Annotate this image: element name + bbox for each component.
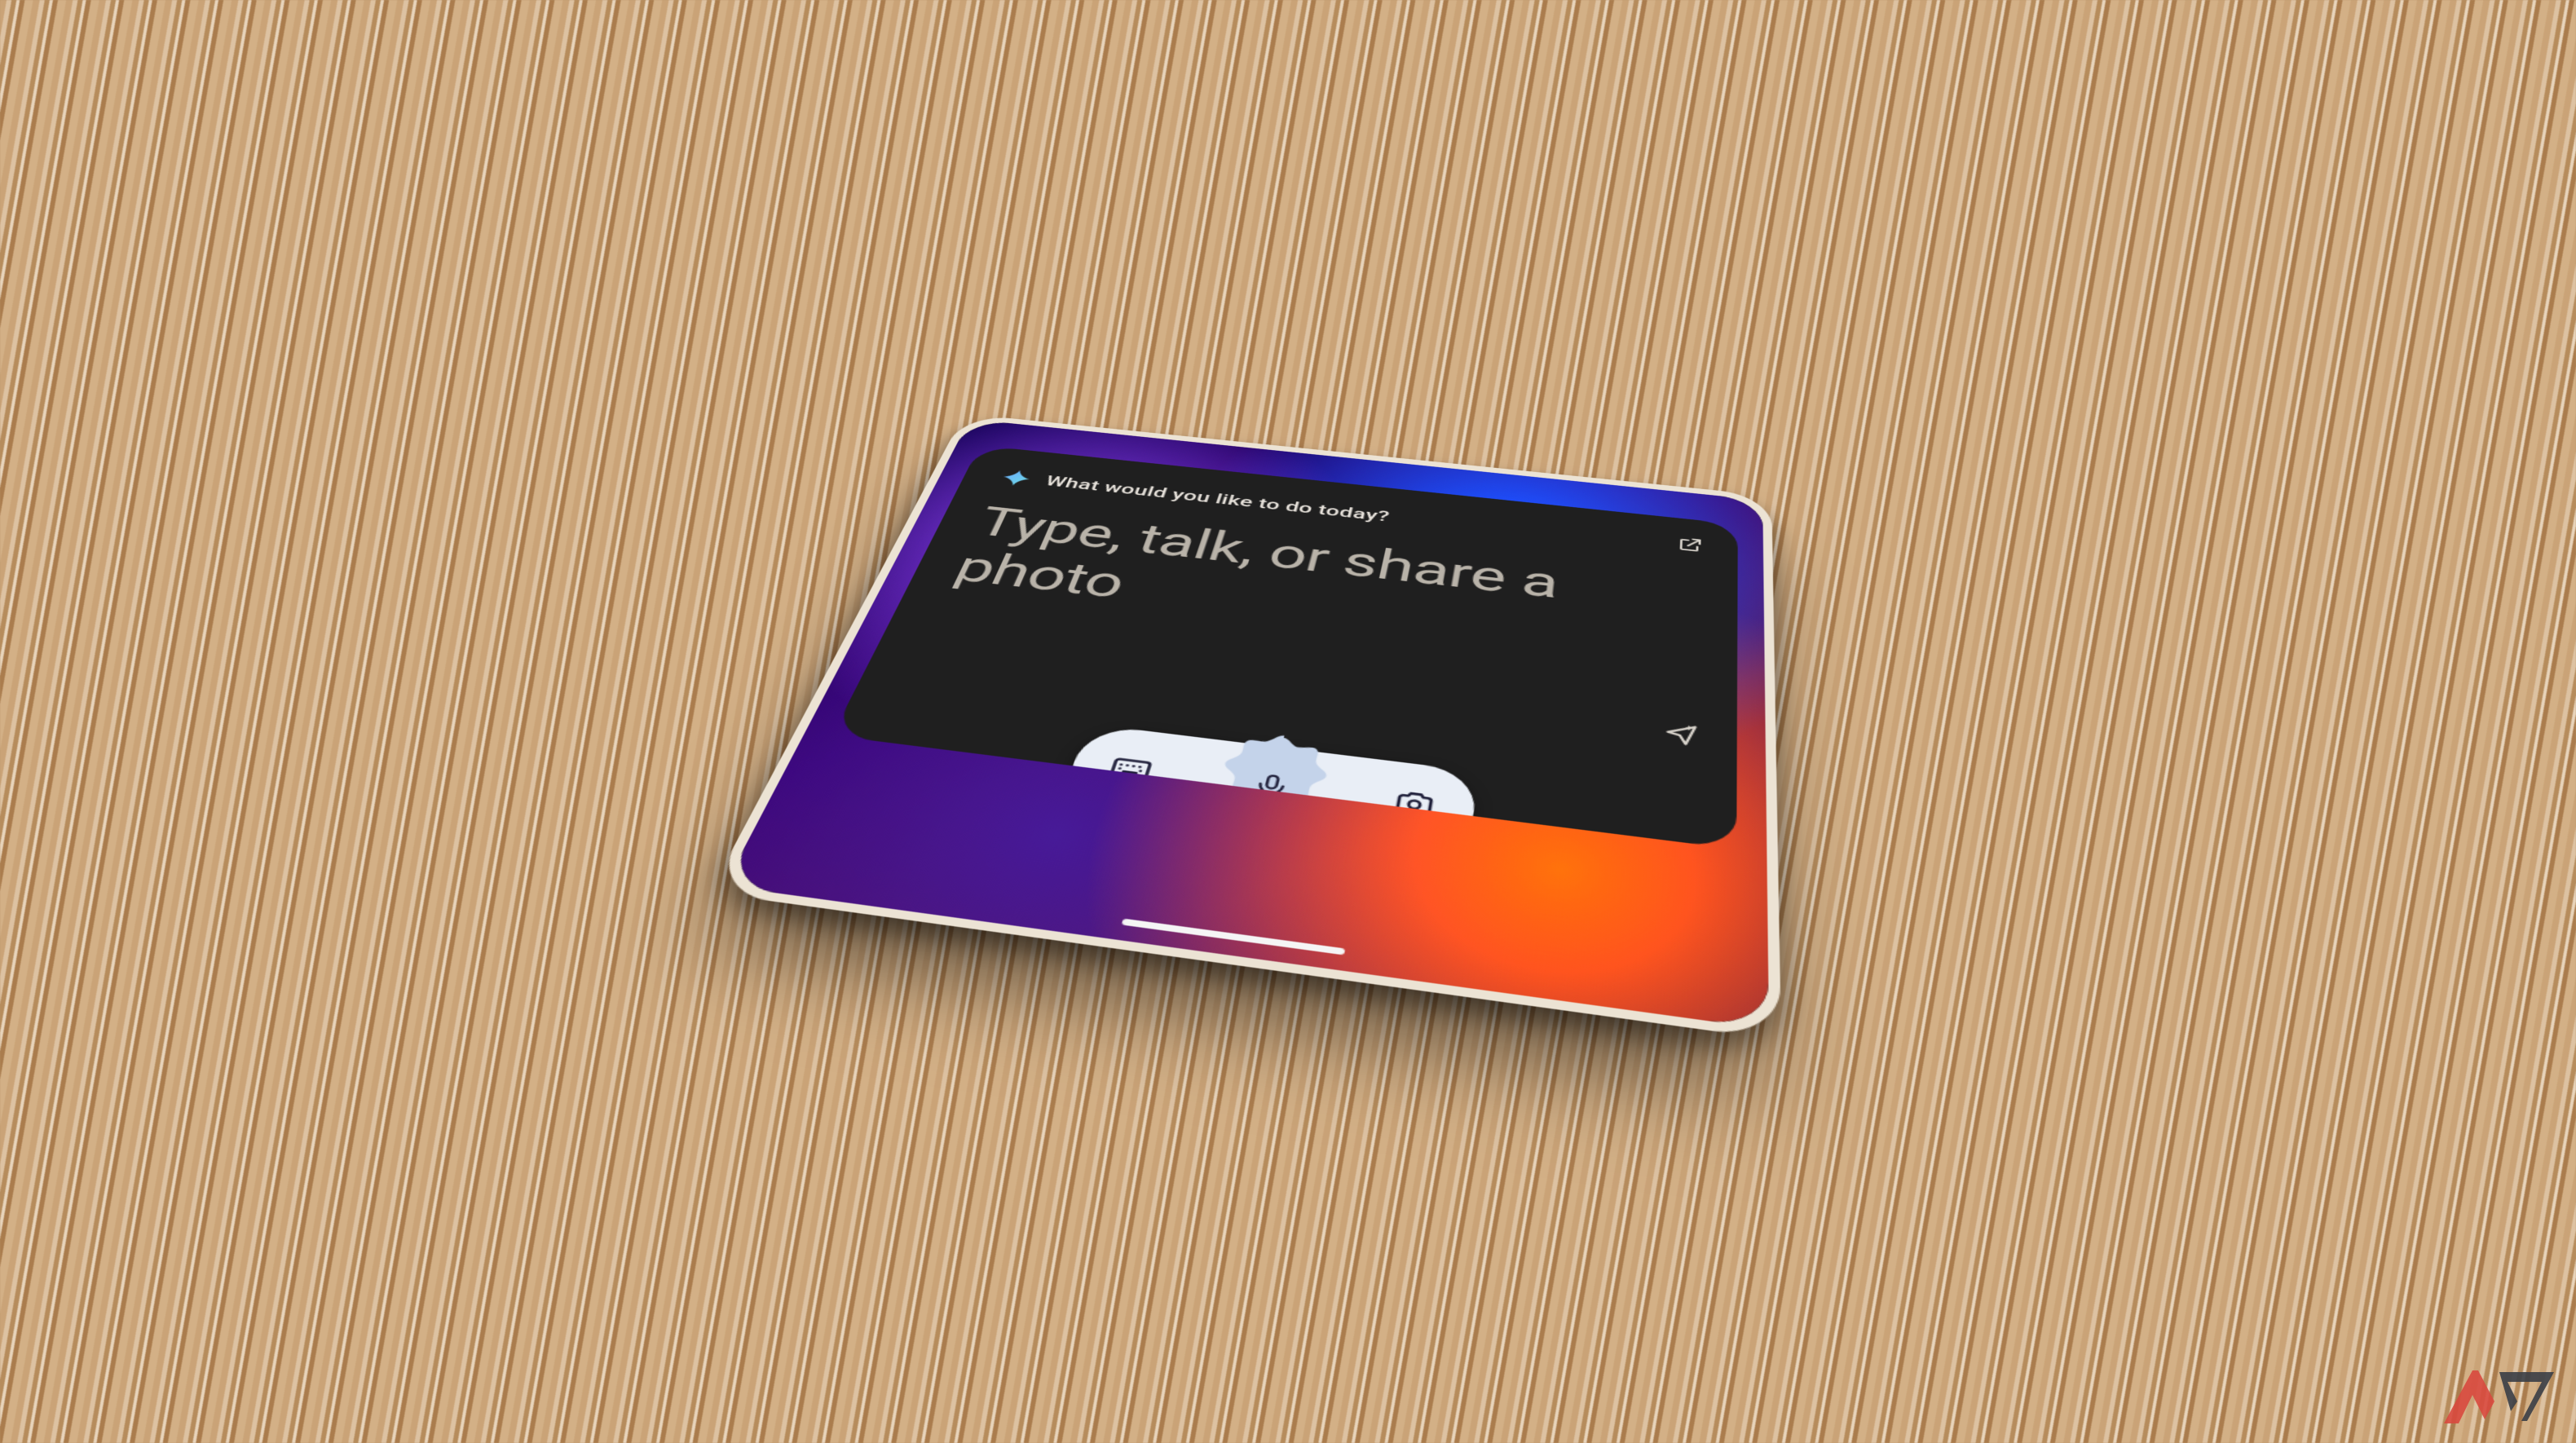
phone-frame: What would you like to do today? Type, t… [709, 413, 1781, 1040]
mic-burst-shape [1178, 724, 1361, 849]
watermark-logo [2436, 1362, 2558, 1432]
send-spark-icon [1663, 721, 1700, 749]
camera-button[interactable] [1380, 779, 1448, 830]
phone-screen: What would you like to do today? Type, t… [724, 419, 1769, 1029]
phone-3d-wrapper: What would you like to do today? Type, t… [709, 413, 1781, 1040]
keyboard-icon [1105, 751, 1158, 787]
camera-icon [1389, 785, 1440, 823]
gemini-spark-icon [998, 467, 1036, 488]
gesture-nav-bar[interactable] [1121, 919, 1345, 955]
send-button[interactable] [1659, 717, 1704, 752]
prompt-placeholder[interactable]: Type, talk, or share a photo [947, 500, 1698, 675]
keyboard-button[interactable] [1095, 744, 1167, 793]
expand-button[interactable] [1673, 532, 1708, 557]
input-mode-pill [1060, 724, 1480, 849]
mic-button[interactable] [1178, 724, 1361, 849]
microphone-icon [1248, 770, 1294, 802]
perspective-stage: What would you like to do today? Type, t… [0, 0, 2576, 1443]
external-link-icon [1676, 535, 1705, 554]
